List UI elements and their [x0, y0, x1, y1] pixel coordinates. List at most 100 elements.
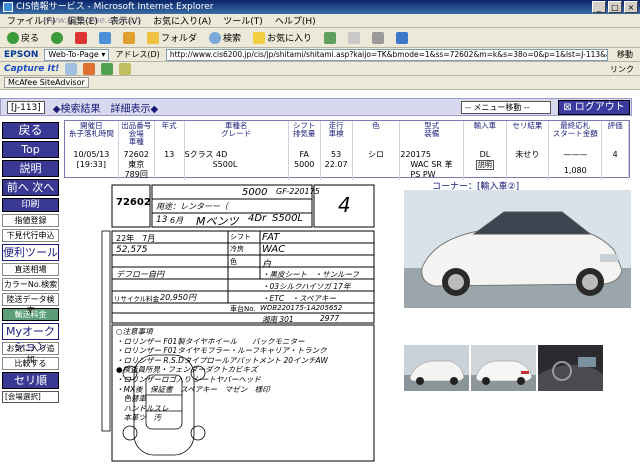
sheet-colour-label: 色	[230, 258, 237, 266]
sidebar-reprint-button[interactable]: 陸送データ検索	[2, 293, 59, 315]
refresh-icon	[99, 31, 112, 44]
web-to-page-button[interactable]: Web-To-Page ▾	[44, 48, 110, 61]
logout-button[interactable]: ⊠ ログアウト	[558, 100, 630, 115]
sheet-notes: ○注意事項 ・ロリンザー F01製タイヤホイール バックモニター ・ロリンザー …	[116, 327, 372, 423]
search-button[interactable]: 検索	[206, 30, 244, 46]
favorites-button[interactable]: お気に入り	[250, 30, 315, 46]
window-controls: _ □ ×	[592, 1, 638, 13]
sheet-vin: WDB220175-1A205652	[260, 304, 343, 312]
menu-favorites[interactable]: お気に入り(A)	[150, 14, 214, 27]
col-shift: シフト 排気量	[288, 121, 321, 146]
sheet-note-line: 本革ツ 汚	[116, 413, 161, 423]
sidebar-back-button[interactable]: 戻る	[2, 122, 59, 139]
grade: S500L	[212, 160, 238, 169]
sheet-month: 6月	[170, 216, 184, 225]
col-import: 輸入車	[463, 121, 507, 146]
mcafee-siteadvisor-button[interactable]: McAfee SiteAdvisor	[4, 77, 89, 88]
sidebar-favorite-add-button[interactable]: お気に入り追加	[2, 342, 59, 364]
capture-tool-icon[interactable]	[101, 62, 114, 75]
sidebar-venue-select[interactable]: [会場選択]	[2, 391, 59, 403]
car-thumbnail-front[interactable]	[404, 345, 469, 391]
page-id: [J-113]	[7, 100, 45, 114]
close-button[interactable]: ×	[624, 1, 638, 13]
col-price: 最終応札 スタート金額	[548, 121, 603, 146]
sidebar-bid-button[interactable]: 指値登録	[2, 214, 59, 227]
forward-button[interactable]	[48, 30, 66, 46]
capture-tool-icon[interactable]	[65, 62, 78, 75]
sheet-purpose: 用途：レンターー（	[156, 202, 228, 211]
sidebar-prev-next-button[interactable]: 前へ 次へ	[2, 179, 59, 196]
sidebar-compare-button[interactable]: 比較する	[2, 357, 59, 370]
sheet-note-line: ・MX後 保証書 スペアキー マゼン 様印	[116, 384, 270, 394]
final-bid: ———	[563, 150, 588, 159]
car-photo-main[interactable]	[404, 190, 631, 308]
sidebar-color-button[interactable]: カラーNo.検索	[2, 278, 59, 291]
sheet-plate-no: 2977	[320, 314, 340, 323]
sheet-note-line: ・ロリンザーロゴ入り シートヤバーヘッド	[116, 374, 261, 384]
back-button[interactable]: 戻る	[4, 30, 42, 46]
back-label: 戻る	[21, 34, 40, 44]
cell-lot: 72602 東京 789回	[118, 146, 155, 180]
stop-button[interactable]	[72, 30, 90, 46]
displacement: 5000	[294, 160, 315, 169]
go-button[interactable]: 移動	[614, 49, 636, 60]
folders-button[interactable]: フォルダ	[144, 30, 200, 46]
capture-tool-icon[interactable]	[83, 62, 96, 75]
stop-icon	[75, 31, 88, 44]
sidebar-explain-button[interactable]: 説明	[2, 160, 59, 177]
sheet-year: 13	[156, 215, 168, 225]
inspection: 22.07	[324, 160, 348, 169]
thumbnail-drawing	[404, 345, 469, 391]
cell-year: 13	[154, 146, 185, 180]
venue: 東京	[128, 160, 145, 169]
history-button[interactable]	[321, 30, 339, 46]
cell-date: 10/05/13 [19:33]	[65, 146, 119, 180]
address-bar: EPSON Web-To-Page ▾ アドレス(D) http://www.c…	[0, 48, 640, 62]
window-titlebar: CIS情報サービス - Microsoft Internet Explorer …	[0, 0, 640, 14]
word-icon	[396, 31, 409, 44]
sidebar-top-button[interactable]: Top	[2, 141, 59, 158]
car-thumbnail-interior[interactable]	[538, 345, 603, 391]
col-result: セリ結果	[506, 121, 550, 146]
col-date: 開催日 糸子落札時間	[65, 121, 119, 146]
cell-model: Sクラス 4D S500L	[184, 146, 289, 180]
home-button[interactable]	[120, 30, 138, 46]
sheet-aircon-label: 冷房	[230, 245, 244, 253]
menu-help[interactable]: ヘルプ(H)	[272, 14, 319, 27]
sheet-note-line: ハンドルスレ	[116, 403, 169, 413]
menu-tools[interactable]: ツール(T)	[220, 14, 266, 27]
shift: FA	[299, 150, 309, 159]
refresh-button[interactable]	[96, 30, 114, 46]
search-label: 検索	[223, 34, 242, 44]
cell-mileage: 53 22.07	[320, 146, 353, 180]
sidebar-print-button[interactable]: 印刷	[2, 198, 59, 212]
sheet-plate: 湘南 301	[262, 315, 294, 324]
maximize-button[interactable]: □	[608, 1, 622, 13]
capture-it-button[interactable]: Capture It!	[4, 64, 59, 74]
sidebar-delivery-button[interactable]: 輸送料金	[2, 308, 59, 321]
capture-tool-icon[interactable]	[119, 62, 132, 75]
auction-sheet-image[interactable]: 72602 用途：レンターー（ 13 6月 Mベンツ 4Dr S500L 500…	[100, 183, 400, 463]
car-thumbnail-rear[interactable]	[471, 345, 536, 391]
equipment: WAC SR 革 PS PW	[410, 160, 453, 179]
sheet-doors: 4Dr	[248, 213, 267, 224]
edit-button[interactable]	[393, 30, 411, 46]
sheet-recycle: 20,950円	[160, 293, 196, 302]
info-header-row: 開催日 糸子落札時間 出品番号 会場 車種 年式 車種名 グレード シフト 排気量 走行車…	[65, 121, 629, 146]
sheet-vin-label: 車台No.	[230, 305, 256, 313]
print-toolbar-button[interactable]	[369, 30, 387, 46]
links-label[interactable]: リンク	[610, 64, 634, 75]
minimize-button[interactable]: _	[592, 1, 606, 13]
search-icon	[209, 31, 222, 44]
mail-button[interactable]	[345, 30, 363, 46]
sidebar-seri-button[interactable]: セリ順	[2, 372, 59, 389]
import-explain-button[interactable]: 説明	[475, 160, 494, 170]
menu-jump-select[interactable]: -- メニュー移動 --	[461, 101, 551, 114]
address-input[interactable]: http://www.cis6200.jp/cis/jp/shitami/shi…	[165, 48, 608, 61]
col-year: 年式	[154, 121, 185, 146]
sidebar-order-button[interactable]: 下見代行申込	[2, 229, 59, 242]
lot-number: 72602	[123, 150, 149, 159]
sheet-model-code: GF-220175	[276, 187, 320, 196]
sidebar-shipping-button[interactable]: 直送相場	[2, 263, 59, 276]
sheet-score: 4	[338, 193, 351, 217]
